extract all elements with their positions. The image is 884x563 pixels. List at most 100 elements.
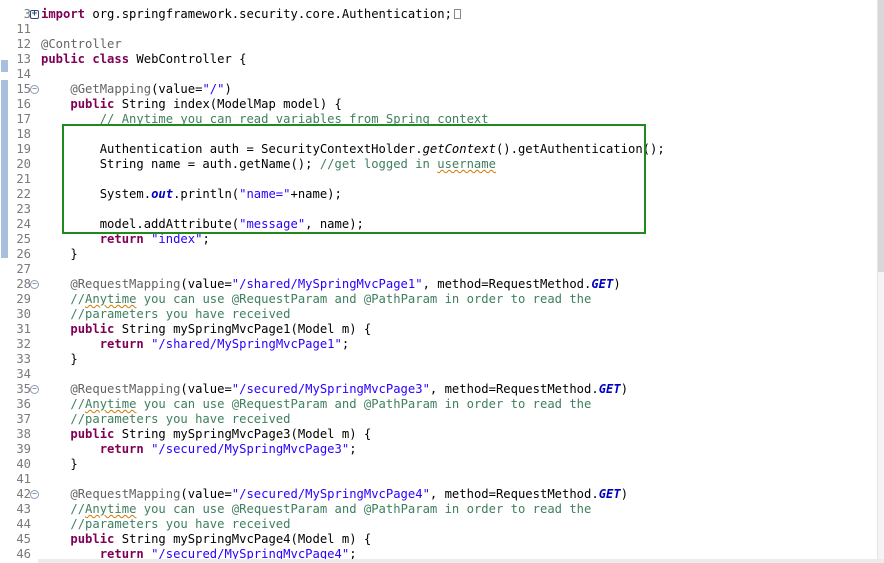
line-number: 23 xyxy=(16,202,31,216)
line-number: 27 xyxy=(16,262,31,276)
code-token: //parameters you have received xyxy=(70,517,291,531)
line-number: 14 xyxy=(16,67,31,81)
fold-collapse-icon[interactable]: − xyxy=(30,385,39,394)
code-token: you can use @RequestParam and @PathParam… xyxy=(136,397,592,411)
line-number: 3 xyxy=(23,7,31,21)
code-line[interactable]: 44 //parameters you have received xyxy=(0,517,876,532)
code-line[interactable]: 42− @RequestMapping(value="/secured/MySp… xyxy=(0,487,876,502)
code-line[interactable]: 33 } xyxy=(0,352,876,367)
code-token: GET xyxy=(598,382,621,396)
code-line[interactable]: 41 xyxy=(0,472,876,487)
code-line[interactable]: 23 xyxy=(0,202,876,217)
code-line[interactable]: 13 public class WebController { xyxy=(0,52,876,67)
code-token: GET xyxy=(591,277,614,291)
code-token: return xyxy=(99,232,144,246)
code-token: (value= xyxy=(151,82,203,96)
code-line[interactable]: 26 } xyxy=(0,247,876,262)
code-token: getContext xyxy=(422,142,496,156)
code-token: System. xyxy=(41,187,152,201)
code-token: String name = auth.getName(); xyxy=(41,157,320,171)
scrollbar-thumb[interactable] xyxy=(878,0,884,272)
code-text: return "/secured/MySpringMvcPage3"; xyxy=(41,442,357,457)
code-line[interactable]: 45 public String mySpringMvcPage4(Model … xyxy=(0,532,876,547)
code-line[interactable]: 27 xyxy=(0,262,876,277)
code-text: Authentication auth = SecurityContextHol… xyxy=(41,142,665,157)
code-line[interactable]: 40 } xyxy=(0,457,876,472)
code-token: } xyxy=(41,352,78,366)
folded-imports-icon[interactable] xyxy=(453,8,461,19)
code-line[interactable]: 21 xyxy=(0,172,876,187)
code-line[interactable]: 19 Authentication auth = SecurityContext… xyxy=(0,142,876,157)
code-line[interactable]: 35− @RequestMapping(value="/secured/MySp… xyxy=(0,382,876,397)
code-line[interactable]: 30 //parameters you have received xyxy=(0,307,876,322)
code-editor[interactable]: 3 + import org.springframework.security.co… xyxy=(0,0,884,563)
code-token: } xyxy=(41,457,78,471)
code-token: @Controller xyxy=(41,37,122,51)
line-number: 28 xyxy=(16,277,31,291)
code-line[interactable]: 25 return "index"; xyxy=(0,232,876,247)
line-number: 43 xyxy=(16,502,31,516)
code-token: // xyxy=(70,397,86,411)
code-token: (value= xyxy=(180,382,232,396)
line-number: 35 xyxy=(16,382,31,396)
line-number: 20 xyxy=(16,157,31,171)
code-token: GET xyxy=(598,487,621,501)
code-text: public String mySpringMvcPage3(Model m) … xyxy=(41,427,371,442)
code-line[interactable]: 17 // Anytime you can read variables fro… xyxy=(0,112,876,127)
code-line[interactable]: 15− @GetMapping(value="/") xyxy=(0,82,876,97)
code-line[interactable]: 12 @Controller xyxy=(0,37,876,52)
code-text: // Anytime you can read variables from S… xyxy=(41,112,489,127)
fold-collapse-icon[interactable]: − xyxy=(30,85,39,94)
code-token: class xyxy=(92,52,130,66)
code-line[interactable]: 36 //Anytime you can use @RequestParam a… xyxy=(0,397,876,412)
code-line[interactable]: 38 public String mySpringMvcPage3(Model … xyxy=(0,427,876,442)
code-text: public String mySpringMvcPage4(Model m) … xyxy=(41,532,371,547)
code-text: @RequestMapping(value="/secured/MySpring… xyxy=(41,382,628,397)
code-token: "/shared/MySpringMvcPage1" xyxy=(231,277,423,291)
line-number: 39 xyxy=(16,442,31,456)
vertical-scrollbar[interactable] xyxy=(877,0,884,563)
code-text: //parameters you have received xyxy=(41,412,290,427)
fold-collapse-icon[interactable]: − xyxy=(30,280,39,289)
code-token: @RequestMapping xyxy=(70,487,181,501)
line-number: 44 xyxy=(16,517,31,531)
code-line[interactable]: 28− @RequestMapping(value="/shared/MySpr… xyxy=(0,277,876,292)
code-line[interactable]: 14 xyxy=(0,67,876,82)
code-line[interactable]: 22 System.out.println("name="+name); xyxy=(0,187,876,202)
code-token: return xyxy=(99,337,144,351)
line-number: 36 xyxy=(16,397,31,411)
code-line[interactable]: 43 //Anytime you can use @RequestParam a… xyxy=(0,502,876,517)
code-text: //Anytime you can use @RequestParam and … xyxy=(41,502,591,517)
fold-collapse-icon[interactable]: − xyxy=(30,490,39,499)
code-line[interactable]: 37 //parameters you have received xyxy=(0,412,876,427)
code-line[interactable]: 16 public String index(ModelMap model) { xyxy=(0,97,876,112)
line-number: 31 xyxy=(16,322,31,336)
code-line[interactable]: 20 String name = auth.getName(); //get l… xyxy=(0,157,876,172)
code-token: WebController { xyxy=(129,52,247,66)
code-line[interactable]: 3 + import org.springframework.security.co… xyxy=(0,7,876,22)
line-number: 46 xyxy=(16,547,31,561)
code-line[interactable]: 11 xyxy=(0,22,876,37)
line-number: 26 xyxy=(16,247,31,261)
horizontal-scrollbar[interactable] xyxy=(38,559,884,563)
code-line[interactable]: 18 xyxy=(0,127,876,142)
code-token: ) xyxy=(620,487,629,501)
code-line[interactable]: 39 return "/secured/MySpringMvcPage3"; xyxy=(0,442,876,457)
code-token: "/secured/MySpringMvcPage4" xyxy=(231,487,430,501)
code-text: } xyxy=(41,352,78,367)
line-number: 13 xyxy=(16,52,31,66)
code-line[interactable]: 32 return "/shared/MySpringMvcPage1"; xyxy=(0,337,876,352)
code-line[interactable]: 29 //Anytime you can use @RequestParam a… xyxy=(0,292,876,307)
code-text: @Controller xyxy=(41,37,122,52)
code-line[interactable]: 24 model.addAttribute("message", name); xyxy=(0,217,876,232)
code-text: @RequestMapping(value="/secured/MySpring… xyxy=(41,487,628,502)
fold-expand-icon[interactable]: + xyxy=(30,10,39,19)
code-line[interactable]: 34 xyxy=(0,367,876,382)
code-line[interactable]: 31 public String mySpringMvcPage1(Model … xyxy=(0,322,876,337)
